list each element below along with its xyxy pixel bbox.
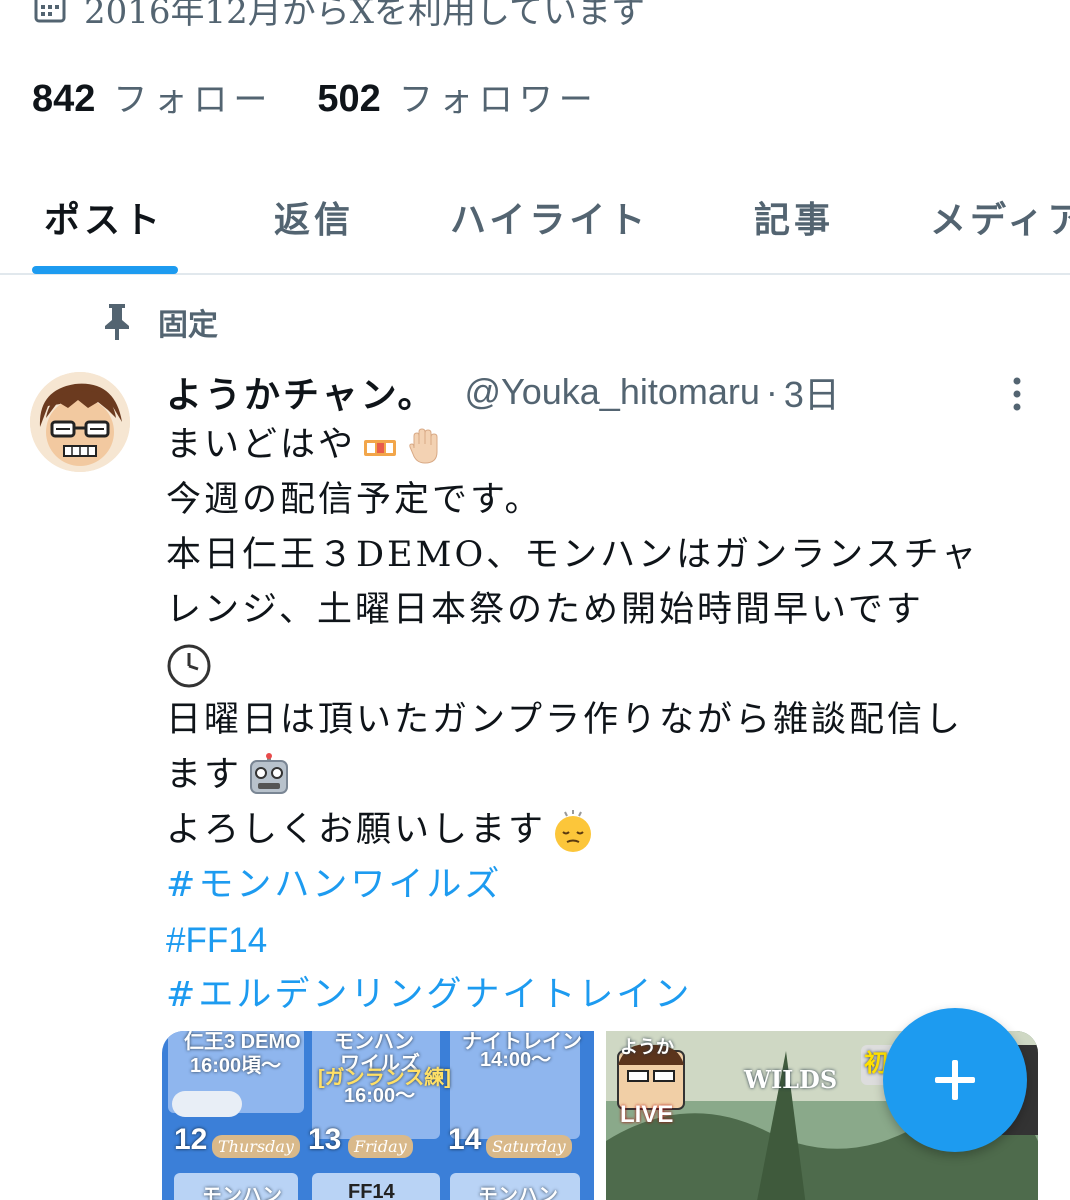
- pensive-emoji: [555, 809, 592, 852]
- tweet-header: ようかチャン。 @Youka_hitomaru · 3日: [166, 366, 840, 418]
- text-line: 本日仁王３DEMO、モンハンはガンランスチャ: [166, 528, 1046, 583]
- followers-count: 502: [317, 78, 381, 120]
- stream-title: WILDS: [744, 1065, 838, 1094]
- hashtag-link[interactable]: #FF14: [166, 913, 267, 968]
- tab-media[interactable]: メディア: [930, 185, 1070, 273]
- raised-hand-emoji: [409, 427, 438, 464]
- day-number: 12: [174, 1123, 208, 1156]
- followers-label: フォロワー: [398, 80, 599, 120]
- text-line: 日曜日は頂いたガンプラ作りながら雑談配信し: [166, 693, 1046, 748]
- text-line: レンジ、土曜日本祭のため開始時間早いです: [166, 583, 1046, 638]
- pin-icon: [105, 304, 129, 340]
- tab-replies[interactable]: 返信: [274, 185, 354, 273]
- post-time[interactable]: 3日: [784, 366, 840, 418]
- tab-highlights[interactable]: ハイライト: [450, 185, 649, 273]
- text-line-content: よろしくお願いします: [166, 810, 547, 850]
- text-line-content: レンジ、土曜日本祭のため開始時間早いです: [166, 590, 924, 630]
- schedule-image[interactable]: 仁王3 DEMO 16:00頃〜 モンハン ワイルズ [ガンランス練] 16:0…: [162, 1031, 594, 1200]
- following-count: 842: [32, 78, 96, 120]
- pinned-label: 固定: [158, 308, 218, 343]
- hashtag-line: #FF14: [166, 913, 1046, 968]
- day-number: 13: [308, 1123, 342, 1156]
- profile-tabs: ポスト 返信 ハイライト 記事 メディア: [0, 185, 1070, 275]
- text-line-content: まいどはや: [166, 425, 357, 465]
- author-handle[interactable]: @Youka_hitomaru: [464, 371, 759, 413]
- tab-articles[interactable]: 記事: [754, 185, 834, 273]
- day-number: 14: [448, 1123, 482, 1156]
- following-link[interactable]: 842 フォロー: [32, 72, 273, 121]
- schedule-text: FF14: [348, 1181, 395, 1200]
- text-line: 今週の配信予定です。: [166, 473, 1046, 528]
- day-name: Friday: [348, 1135, 413, 1158]
- header-separator: ·: [765, 371, 778, 412]
- schedule-text: 16:00頃〜: [190, 1055, 282, 1077]
- bento-emoji: [364, 439, 397, 456]
- hashtag-link[interactable]: #モンハンワイルズ: [166, 858, 502, 913]
- hashtag-line: #エルデンリングナイトレイン: [166, 968, 1046, 1023]
- cloud-decoration: [172, 1091, 242, 1117]
- robot-emoji: [250, 752, 289, 794]
- hashtag-line: #モンハンワイルズ: [166, 858, 1046, 913]
- plus-icon: [935, 1060, 975, 1100]
- author-name[interactable]: ようかチャン。: [166, 366, 436, 418]
- stream-corner-text: ようか: [620, 1037, 674, 1057]
- calendar-icon: [34, 0, 66, 23]
- schedule-text: モンハン: [478, 1185, 558, 1200]
- schedule-text: 16:00〜: [344, 1085, 416, 1107]
- hashtag-link[interactable]: #エルデンリングナイトレイン: [166, 968, 692, 1023]
- joined-text: 2016年12月からXを利用しています: [84, 0, 645, 32]
- text-line: ます: [166, 748, 1046, 803]
- live-badge: LIVE: [620, 1101, 674, 1128]
- joined-date: 2016年12月からXを利用しています: [34, 0, 645, 32]
- text-line-content: 今週の配信予定です。: [166, 480, 543, 520]
- schedule-text: モンハン: [202, 1185, 282, 1200]
- avatar[interactable]: [30, 372, 130, 472]
- followers-link[interactable]: 502 フォロワー: [317, 72, 598, 121]
- compose-button[interactable]: [883, 1008, 1027, 1152]
- follow-stats: 842 フォロー 502 フォロワー: [32, 72, 643, 121]
- more-icon[interactable]: [1005, 376, 1029, 412]
- text-line-content: ます: [166, 755, 243, 795]
- pinned-indicator: 固定: [100, 300, 218, 344]
- following-label: フォロー: [113, 80, 274, 120]
- day-name: Thursday: [212, 1135, 300, 1158]
- tab-posts[interactable]: ポスト: [44, 185, 164, 273]
- clock-emoji: [167, 644, 211, 687]
- active-tab-indicator: [32, 266, 178, 274]
- text-line-content: 本日仁王３DEMO、モンハンはガンランスチャ: [166, 535, 980, 575]
- schedule-text: 14:00〜: [480, 1049, 552, 1071]
- text-line: よろしくお願いします: [166, 803, 1046, 858]
- text-line: まいどはや: [166, 418, 1046, 473]
- tweet-text: まいどはや 今週の配信予定です。 本日仁王３DEMO、モンハンはガンランスチャ …: [166, 418, 1046, 1023]
- day-name: Saturday: [486, 1135, 572, 1158]
- text-line-content: 日曜日は頂いたガンプラ作りながら雑談配信し: [166, 700, 963, 740]
- text-line: [166, 638, 1046, 693]
